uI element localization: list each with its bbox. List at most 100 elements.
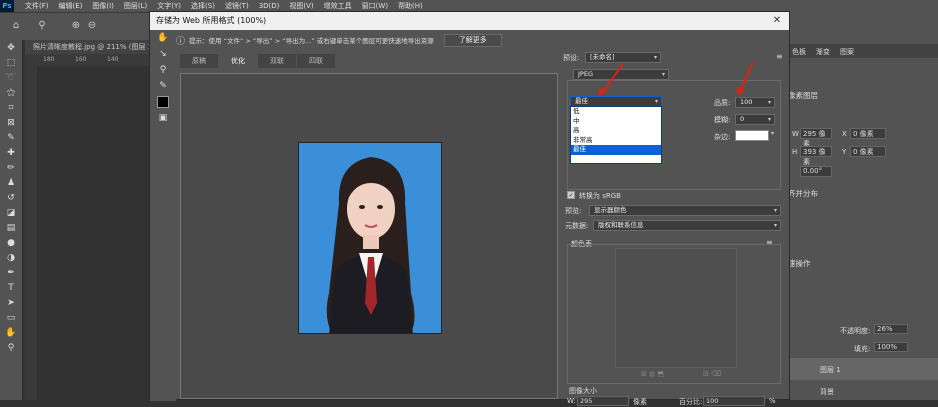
right-panels: 色板 渐变 图案 像素图层 W 295 像素 X 0 像素 H 393 像素 Y…: [788, 12, 938, 400]
blur-input[interactable]: 0 ▾: [735, 114, 775, 125]
menu-select[interactable]: 选择(S): [186, 1, 220, 11]
home-icon[interactable]: ⌂: [10, 20, 22, 32]
stamp-tool-icon[interactable]: ♟: [0, 175, 22, 190]
layer-row[interactable]: 图层 1: [788, 358, 938, 380]
dropdown-option[interactable]: 高: [571, 126, 661, 136]
slice-select-icon[interactable]: ↘: [150, 46, 176, 62]
tools-panel: ✥ ⬚ ➰ ⚝ ⌗ ⊠ ✎ ✚ ✏ ♟ ↺ ◪ ▤ ● ◑ ✒ T ➤ ▭ ✋ …: [0, 40, 22, 400]
view-tabs: 原稿 优化 双联 四联: [180, 54, 336, 68]
info-icon: ⓘ: [176, 36, 186, 47]
menu-edit[interactable]: 编辑(E): [54, 1, 88, 11]
tab-gradients[interactable]: 渐变: [816, 47, 830, 57]
dropdown-option[interactable]: 中: [571, 117, 661, 127]
healing-tool-icon[interactable]: ✚: [0, 145, 22, 160]
convert-srgb-checkbox[interactable]: ✓: [567, 191, 575, 199]
menu-help[interactable]: 帮助(H): [393, 1, 428, 11]
history-brush-icon[interactable]: ↺: [0, 190, 22, 205]
x-label: X: [842, 130, 847, 138]
blur-tool-icon[interactable]: ●: [0, 235, 22, 250]
panel-tabs: 色板 渐变 图案: [788, 44, 938, 58]
fill-label: 填充:: [854, 345, 871, 353]
eraser-tool-icon[interactable]: ◪: [0, 205, 22, 220]
tab-2up[interactable]: 双联: [258, 54, 296, 68]
menu-type[interactable]: 文字(Y): [152, 1, 186, 11]
marquee-tool-icon[interactable]: ⬚: [0, 55, 22, 70]
type-tool-icon[interactable]: T: [0, 280, 22, 295]
pen-tool-icon[interactable]: ✒: [0, 265, 22, 280]
zoom-tool-icon[interactable]: ⚲: [150, 62, 176, 78]
hand-tool-icon[interactable]: ✋: [0, 325, 22, 340]
lasso-tool-icon[interactable]: ➰: [0, 70, 22, 85]
preview-label: 预览:: [565, 207, 582, 215]
tab-patterns[interactable]: 图案: [840, 47, 854, 57]
chevron-down-icon: ▾: [773, 222, 777, 229]
h-label: H: [792, 148, 798, 156]
opacity-field[interactable]: 26%: [874, 324, 908, 334]
eyedropper-tool-icon[interactable]: ✎: [0, 130, 22, 145]
close-icon[interactable]: ✕: [765, 12, 789, 30]
menu-filter[interactable]: 滤镜(T): [220, 1, 254, 11]
h-field[interactable]: 393 像素: [800, 146, 832, 166]
crop-tool-icon[interactable]: ⌗: [0, 100, 22, 115]
eyedropper-icon[interactable]: ✎: [150, 78, 176, 94]
align-title: 齐并分布: [788, 189, 818, 198]
tab-swatches[interactable]: 色板: [792, 47, 806, 57]
dodge-tool-icon[interactable]: ◑: [0, 250, 22, 265]
eyedropper-color-swatch[interactable]: [157, 96, 169, 108]
ruler-mark: 180: [43, 56, 55, 63]
magic-wand-tool-icon[interactable]: ⚝: [0, 85, 22, 100]
menu-layer[interactable]: 图层(L): [119, 1, 152, 11]
menu-view[interactable]: 视图(V): [284, 1, 318, 11]
matte-color-swatch[interactable]: [735, 130, 769, 141]
angle-field[interactable]: 0.00°: [800, 166, 832, 177]
document-tab[interactable]: 照片清晰度教程.jpg @ 211% (图层 1,: [25, 40, 155, 54]
trash-icon[interactable]: ⊟ ⌫: [703, 370, 721, 378]
w-field[interactable]: 295 像素: [800, 128, 832, 148]
menu-3d[interactable]: 3D(D): [254, 2, 285, 10]
menu-file[interactable]: 文件(F): [20, 1, 54, 11]
zoom-out-icon[interactable]: ⊖: [86, 20, 98, 32]
menu-window[interactable]: 窗口(W): [357, 1, 393, 11]
dropdown-option-selected[interactable]: 最佳: [571, 145, 661, 155]
layer-row[interactable]: 背景: [788, 382, 938, 400]
chevron-down-icon[interactable]: ▾: [771, 130, 774, 137]
metadata-select[interactable]: 版权和联系信息 ▾: [593, 220, 781, 231]
learn-more-button[interactable]: 了解更多: [443, 33, 502, 47]
annotation-arrows: [599, 61, 754, 97]
zoom-tool-icon[interactable]: ⚲: [0, 340, 22, 355]
menu-plugins[interactable]: 增效工具: [319, 1, 357, 11]
fill-field[interactable]: 100%: [874, 342, 908, 352]
percent-input[interactable]: 100: [703, 396, 765, 406]
annotation-arrow: [740, 61, 754, 91]
move-tool-icon[interactable]: ✥: [0, 40, 22, 55]
portrait-illustration: [299, 143, 441, 333]
tab-optimized[interactable]: 优化: [219, 54, 257, 68]
shape-tool-icon[interactable]: ▭: [0, 310, 22, 325]
color-table-tools-icon[interactable]: ⊞ ◍ ⬒: [641, 370, 664, 378]
width-input[interactable]: 295: [577, 396, 629, 406]
image-preview-area[interactable]: [180, 73, 558, 399]
dropdown-option[interactable]: 非常高: [571, 136, 661, 146]
opacity-label: 不透明度:: [840, 327, 871, 335]
frame-tool-icon[interactable]: ⊠: [0, 115, 22, 130]
hand-tool-icon[interactable]: ✋: [150, 30, 176, 46]
blur-value: 0: [740, 115, 745, 123]
x-field[interactable]: 0 像素: [850, 128, 886, 139]
preview-select[interactable]: 显示器颜色 ▾: [589, 205, 781, 216]
zoom-tool-icon[interactable]: ⚲: [36, 20, 48, 32]
quality-dropdown-list: 低 中 高 非常高 最佳: [570, 106, 662, 164]
tab-4up[interactable]: 四联: [297, 54, 335, 68]
y-field[interactable]: 0 像素: [850, 146, 886, 157]
tab-original[interactable]: 原稿: [180, 54, 218, 68]
vertical-ruler: [25, 66, 37, 400]
gradient-tool-icon[interactable]: ▤: [0, 220, 22, 235]
path-select-icon[interactable]: ➤: [0, 295, 22, 310]
toggle-slices-icon[interactable]: ▣: [150, 110, 176, 126]
menu-image[interactable]: 图像(I): [87, 1, 119, 11]
layer-name: 图层 1: [820, 366, 841, 374]
color-table: [615, 248, 737, 368]
photoshop-logo-icon[interactable]: Ps: [0, 0, 14, 12]
zoom-in-icon[interactable]: ⊕: [70, 20, 82, 32]
brush-tool-icon[interactable]: ✏: [0, 160, 22, 175]
metadata-label: 元数据:: [565, 222, 589, 230]
